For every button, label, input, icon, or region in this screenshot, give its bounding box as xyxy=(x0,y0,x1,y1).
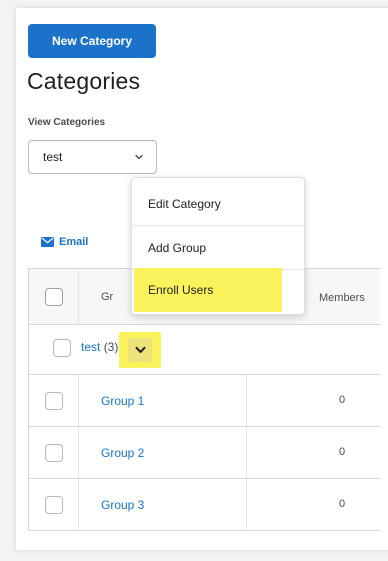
table-row: Group 1 0 xyxy=(28,375,380,427)
group-members-count: 0 xyxy=(339,446,346,458)
row-checkbox[interactable] xyxy=(45,392,63,410)
menu-item-add-group[interactable]: Add Group xyxy=(132,226,304,270)
category-row: test (3) xyxy=(28,325,380,375)
category-context-menu: Edit Category Add Group Enroll Users xyxy=(131,177,305,315)
header-checkbox-cell xyxy=(29,269,79,325)
row-checkbox[interactable] xyxy=(45,444,63,462)
view-categories-select[interactable]: test xyxy=(28,140,157,174)
view-categories-selected-value: test xyxy=(43,150,63,164)
row-checkbox-cell xyxy=(29,375,79,427)
menu-item-edit-category[interactable]: Edit Category xyxy=(132,182,304,226)
group-link[interactable]: Group 1 xyxy=(101,394,144,408)
category-actions-button-inner xyxy=(128,338,152,362)
group-members-count: 0 xyxy=(339,498,346,510)
row-checkbox-cell xyxy=(29,427,79,479)
row-name-cell: Group 3 xyxy=(79,479,247,531)
chevron-down-icon xyxy=(135,154,143,160)
view-categories-label: View Categories xyxy=(28,117,106,128)
group-link[interactable]: Group 3 xyxy=(101,498,144,512)
row-name-cell: Group 1 xyxy=(79,375,247,427)
column-header-members[interactable]: Members xyxy=(319,292,365,304)
row-checkbox-cell xyxy=(29,479,79,531)
category-link[interactable]: test (3) xyxy=(81,340,118,354)
group-link[interactable]: Group 2 xyxy=(101,446,144,460)
chevron-down-icon xyxy=(135,346,145,353)
email-button[interactable]: Email xyxy=(41,236,88,248)
row-checkbox[interactable] xyxy=(45,496,63,514)
category-name: test xyxy=(81,340,101,354)
category-actions-button[interactable] xyxy=(119,332,161,368)
group-members-count: 0 xyxy=(339,394,346,406)
row-name-cell: Group 2 xyxy=(79,427,247,479)
column-header-group[interactable]: Gr xyxy=(101,291,113,303)
envelope-icon xyxy=(41,237,54,247)
page-title: Categories xyxy=(27,68,141,94)
table-row: Group 2 0 xyxy=(28,427,380,479)
select-all-checkbox[interactable] xyxy=(45,288,63,306)
category-checkbox[interactable] xyxy=(53,339,71,357)
menu-item-enroll-users[interactable]: Enroll Users xyxy=(134,268,282,312)
table-row: Group 3 0 xyxy=(28,479,380,531)
email-label: Email xyxy=(59,236,89,248)
new-category-button[interactable]: New Category xyxy=(28,24,156,58)
category-count: (3) xyxy=(103,340,119,354)
